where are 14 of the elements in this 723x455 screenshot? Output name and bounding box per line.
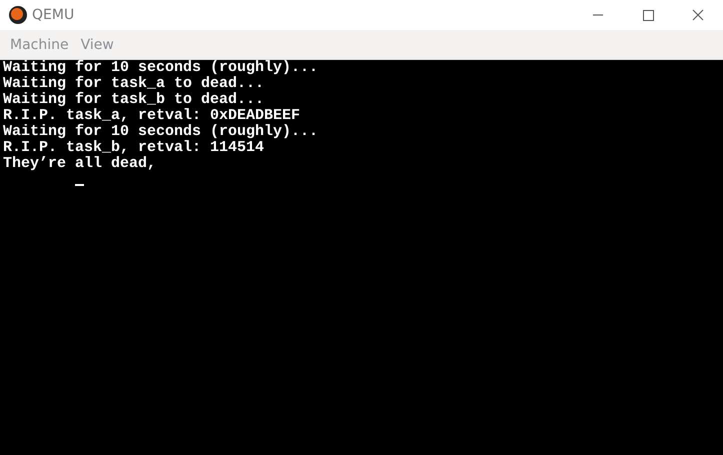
close-icon[interactable] <box>692 9 704 21</box>
maximize-icon[interactable] <box>642 9 654 21</box>
window-title: QEMU <box>32 6 74 24</box>
console-line: They’re all dead, <box>3 156 158 172</box>
app-logo-icon <box>8 5 28 25</box>
console-line: R.I.P. task_a, retval: 0xDEADBEEF <box>3 108 302 124</box>
console-line: Waiting for task_b to dead... <box>3 92 266 108</box>
console-line: R.I.P. task_b, retval: 114514 <box>3 140 266 156</box>
console-line: Waiting for 10 seconds (roughly)... <box>3 124 320 140</box>
menu-item[interactable]: View <box>74 30 120 60</box>
menu-item[interactable]: Machine <box>4 30 75 60</box>
text-cursor <box>75 184 84 186</box>
console-line: Waiting for 10 seconds (roughly)... <box>3 60 320 76</box>
console-line: Waiting for task_a to dead... <box>3 76 266 92</box>
